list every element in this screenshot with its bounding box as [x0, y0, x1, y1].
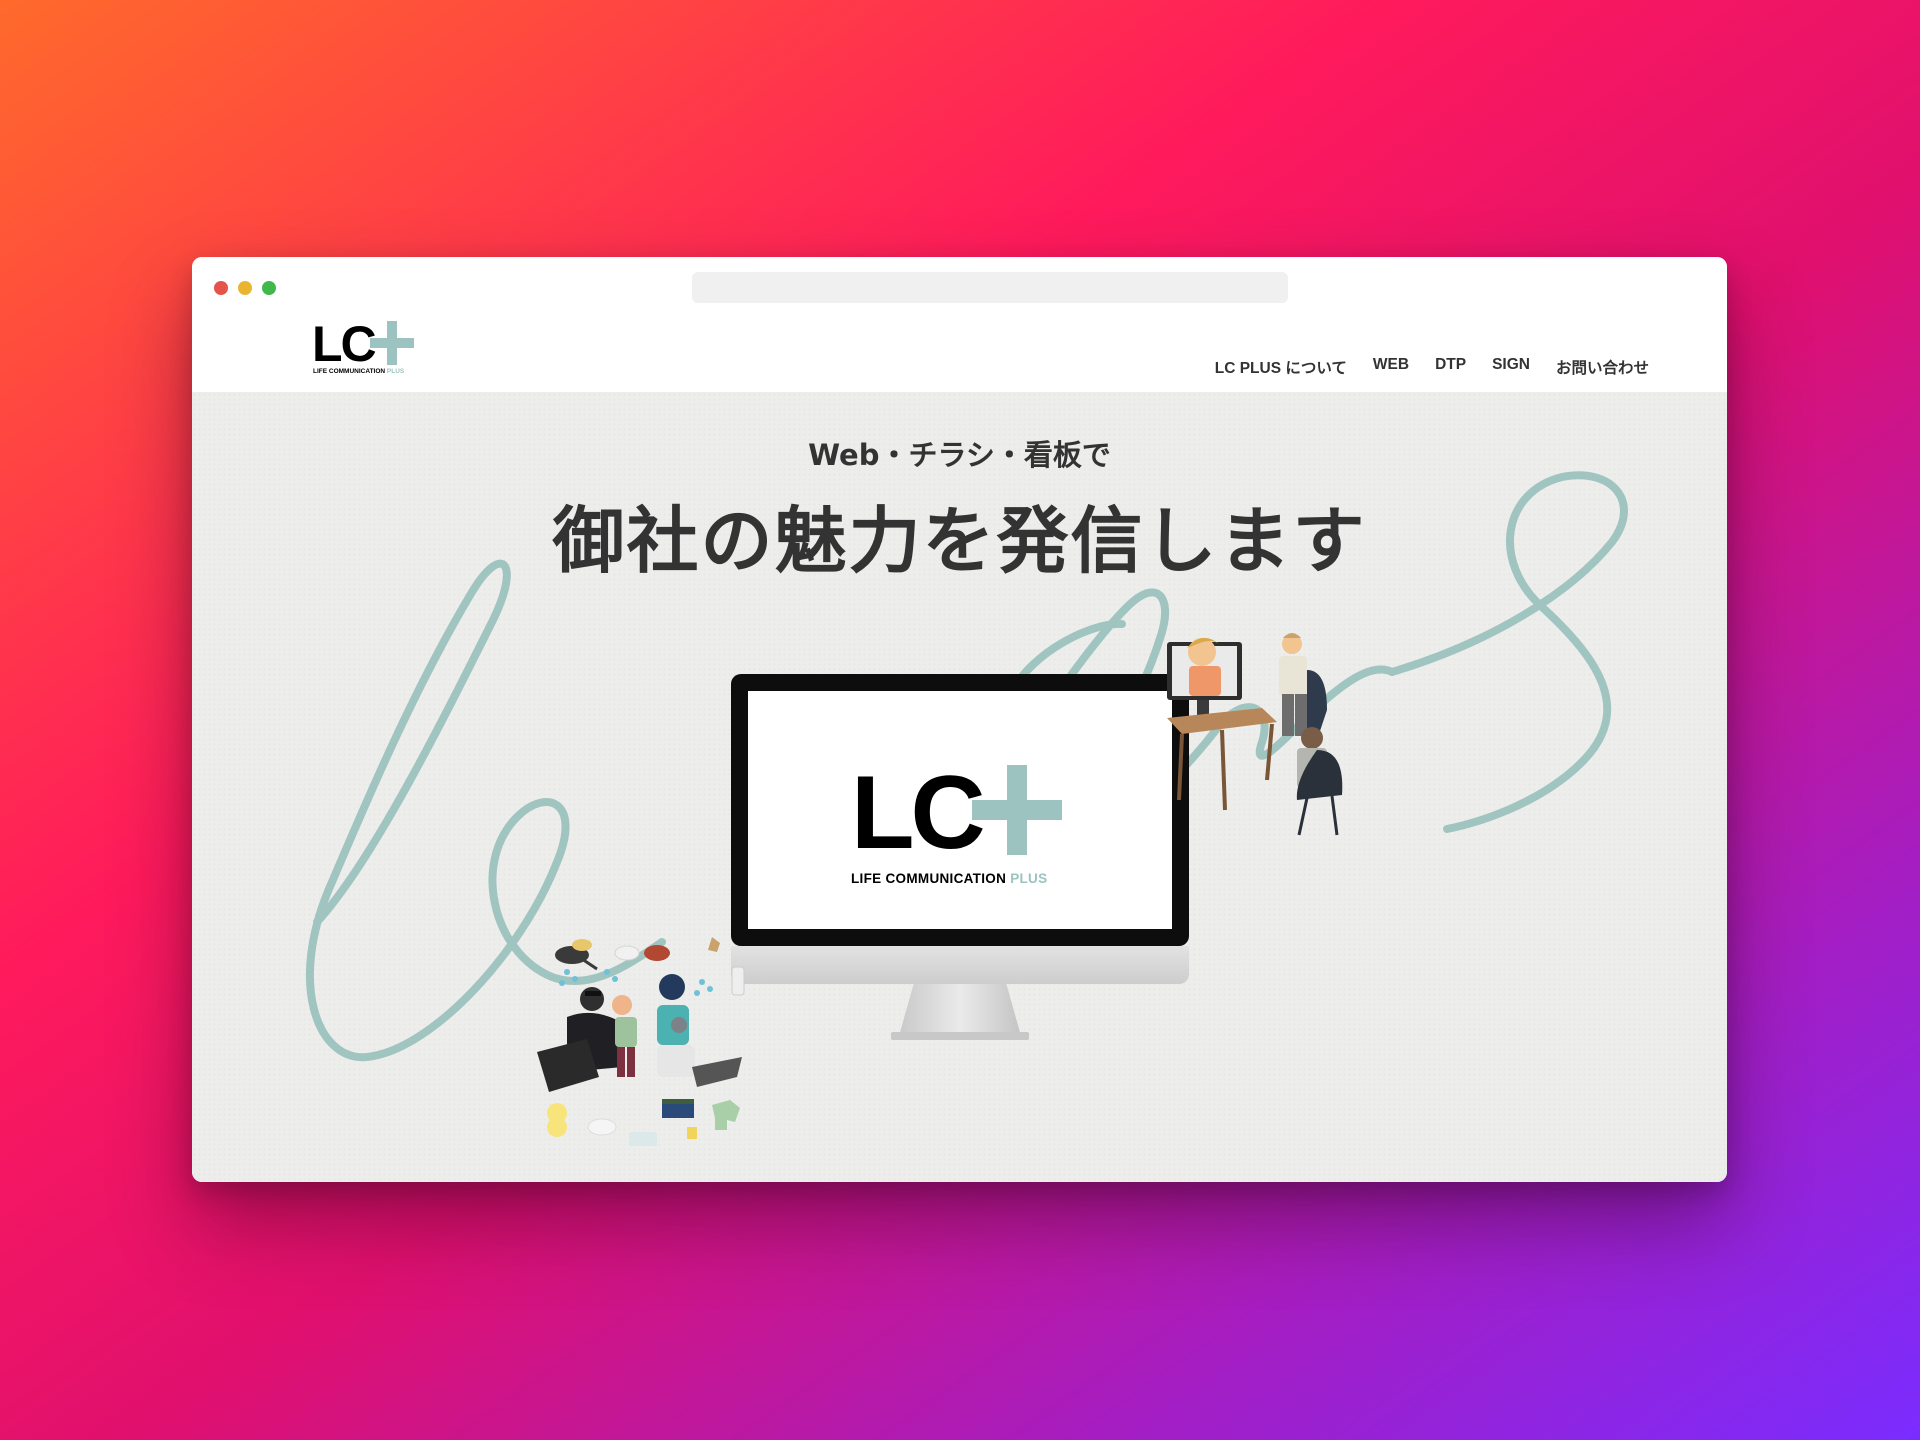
monitor-screen: LC LIFE COMMUNICATION PLUS — [748, 691, 1172, 929]
meeting-illustration — [1167, 633, 1343, 836]
logo-tagline: LIFE COMMUNICATION PLUS — [313, 368, 404, 375]
nav-item-web[interactable]: WEB — [1373, 356, 1409, 378]
monitor-stand — [899, 984, 1021, 1036]
browser-titlebar — [192, 257, 1727, 312]
minimize-window-button[interactable] — [238, 281, 252, 295]
monitor-base — [891, 1032, 1029, 1040]
nav-item-dtp[interactable]: DTP — [1435, 356, 1466, 378]
nav-item-contact[interactable]: お問い合わせ — [1556, 356, 1649, 378]
monitor-bezel: LC LIFE COMMUNICATION PLUS — [731, 674, 1189, 946]
hero-section: Web・チラシ・看板で 御社の魅力を発信します LC LIFE COMMUNIC… — [192, 392, 1727, 1182]
hero-subheading: Web・チラシ・看板で — [808, 438, 1111, 472]
nav-item-about[interactable]: LC PLUS について — [1215, 356, 1347, 378]
hero-heading: 御社の魅力を発信します — [552, 499, 1367, 583]
close-window-button[interactable] — [214, 281, 228, 295]
maximize-window-button[interactable] — [262, 281, 276, 295]
monitor-logo-wordmark: LC — [851, 755, 986, 871]
logo-wordmark: LC — [312, 316, 377, 372]
browser-window: LC LIFE COMMUNICATION PLUS LC PLUS について … — [192, 257, 1727, 1182]
logo-tagline-accent: PLUS — [386, 368, 405, 375]
address-bar[interactable] — [692, 272, 1288, 303]
plus-icon — [370, 321, 414, 365]
monitor-plus-icon — [972, 765, 1062, 855]
monitor-logo-tagline: LIFE COMMUNICATION PLUS — [851, 871, 1047, 886]
monitor-illustration: LC LIFE COMMUNICATION PLUS — [731, 674, 1191, 1054]
nav-item-sign[interactable]: SIGN — [1492, 356, 1530, 378]
main-nav: LC PLUS について WEB DTP SIGN お問い合わせ — [1215, 356, 1649, 378]
monitor-tagline-accent: PLUS — [1010, 871, 1048, 886]
monitor-tagline-main: LIFE COMMUNICATION — [851, 871, 1007, 886]
family-illustration — [537, 937, 745, 1146]
logo-tagline-main: LIFE COMMUNICATION — [313, 368, 386, 375]
site-logo[interactable]: LC LIFE COMMUNICATION PLUS — [312, 312, 452, 392]
monitor-chin — [731, 946, 1189, 984]
